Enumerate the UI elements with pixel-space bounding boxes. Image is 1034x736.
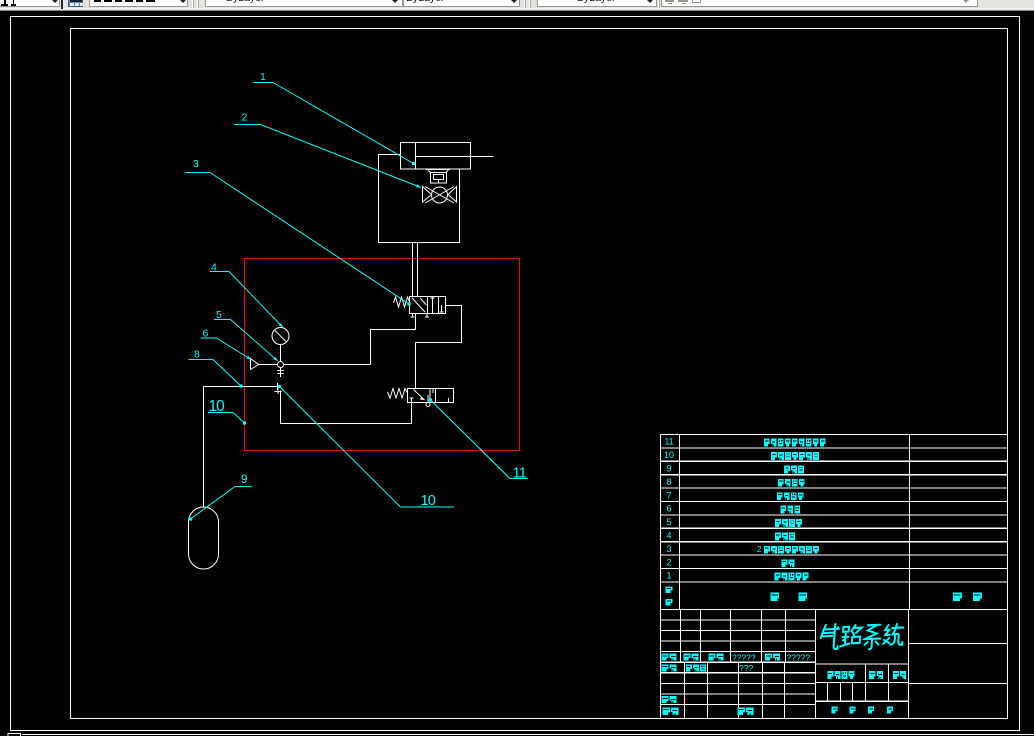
svg-text:5: 5 — [216, 309, 222, 321]
svg-text:2: 2 — [666, 557, 671, 567]
svg-text:11: 11 — [513, 465, 527, 481]
svg-text:8: 8 — [194, 348, 200, 360]
svg-text:4: 4 — [666, 531, 671, 541]
svg-text:9: 9 — [241, 474, 247, 486]
svg-text:???: ??? — [739, 663, 753, 673]
svg-text:3: 3 — [193, 158, 199, 170]
svg-text:?????: ????? — [787, 652, 811, 662]
svg-text:1: 1 — [260, 71, 266, 83]
svg-text:2: 2 — [242, 112, 248, 124]
svg-text:8: 8 — [666, 477, 671, 487]
svg-text:?????: ????? — [732, 652, 756, 662]
svg-text:2: 2 — [757, 545, 762, 554]
svg-text:6: 6 — [666, 504, 671, 514]
svg-text:10: 10 — [209, 398, 226, 415]
svg-text:4: 4 — [211, 262, 217, 274]
svg-text:3: 3 — [666, 544, 671, 554]
svg-text:6: 6 — [203, 328, 209, 340]
svg-text:10: 10 — [421, 493, 436, 509]
svg-text:7: 7 — [666, 490, 671, 500]
svg-text:5: 5 — [666, 517, 671, 527]
svg-text:11: 11 — [664, 437, 673, 447]
svg-text:10: 10 — [664, 450, 674, 460]
svg-text:1: 1 — [666, 571, 671, 581]
svg-text:9: 9 — [666, 464, 671, 474]
